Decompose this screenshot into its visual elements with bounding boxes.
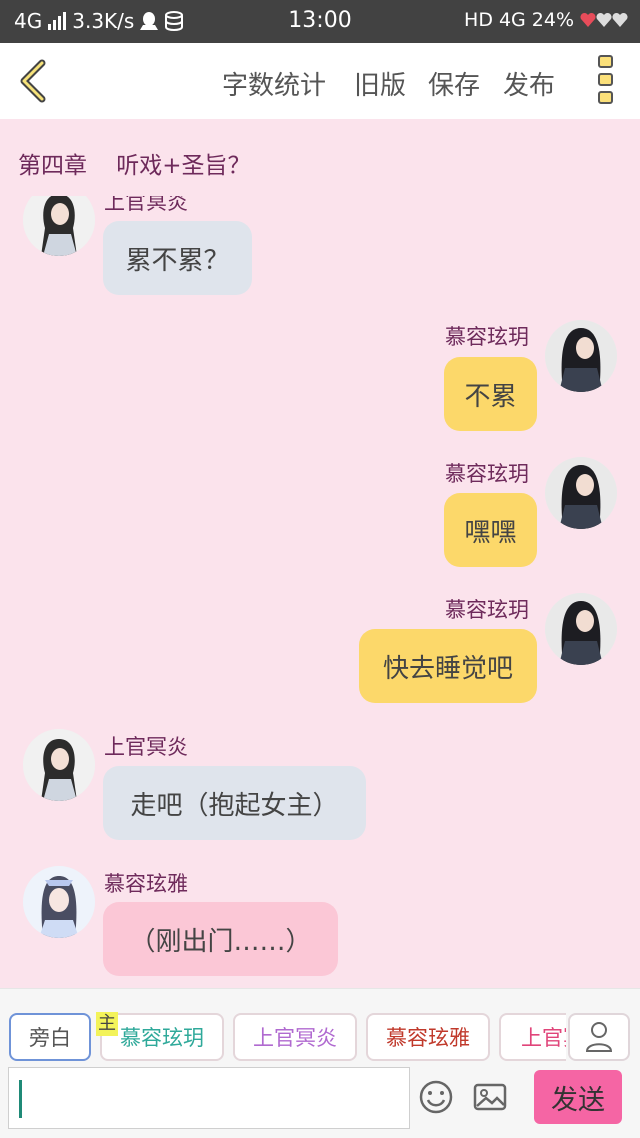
emoji-icon[interactable]	[418, 1079, 454, 1115]
battery-hearts-icon	[580, 12, 628, 27]
send-button[interactable]: 发送	[534, 1070, 622, 1124]
text-caret	[19, 1080, 22, 1118]
network-type-right: 4G	[498, 9, 526, 31]
person-icon	[585, 1022, 613, 1052]
avatar-shangguan[interactable]	[23, 196, 95, 256]
battery-level: 24%	[531, 9, 574, 31]
message-bubble[interactable]: 嘿嘿	[444, 493, 537, 567]
status-bar: 4G 3.3K/s 13:00 HD 4G 24%	[0, 0, 640, 43]
image-icon[interactable]	[472, 1079, 508, 1115]
publish-button[interactable]: 发布	[503, 65, 555, 102]
avatar-murong-xuanya[interactable]	[23, 866, 95, 938]
top-toolbar: 字数统计 旧版 保存 发布	[0, 43, 640, 119]
old-version-button[interactable]: 旧版	[354, 65, 406, 102]
message-bubble[interactable]: 累不累？	[103, 221, 252, 295]
add-character-button[interactable]	[568, 1013, 630, 1061]
save-button[interactable]: 保存	[428, 65, 480, 102]
role-narrator[interactable]: 旁白	[9, 1013, 91, 1061]
message-bubble[interactable]: 快去睡觉吧	[359, 629, 537, 703]
more-menu-icon[interactable]	[598, 55, 614, 107]
word-count-button[interactable]: 字数统计	[222, 65, 326, 102]
speaker-name: 慕容玹玥	[445, 598, 529, 622]
chapter-title: 听戏+圣旨？	[116, 153, 251, 179]
chat-area[interactable]: 上官冥炎 累不累？ 慕容玹玥 不累 慕容玹玥 嘿嘿 慕容玹玥 快去睡觉吧 上官冥…	[0, 196, 640, 988]
speaker-name: 慕容玹雅	[104, 872, 188, 896]
hd-badge: HD	[464, 9, 493, 31]
role-shangguan-partial[interactable]: 上官冥炎	[499, 1013, 566, 1061]
back-arrow-icon[interactable]	[14, 57, 54, 105]
speaker-name: 慕容玹玥	[445, 325, 529, 349]
role-murong-xuanya[interactable]: 慕容玹雅	[366, 1013, 490, 1061]
avatar-murong-xuanyue[interactable]	[545, 320, 617, 392]
avatar-shangguan[interactable]	[23, 729, 95, 801]
composer-bar: 旁白 慕容玹玥 上官冥炎 慕容玹雅 上官冥炎 发送	[0, 988, 640, 1138]
chapter-number: 第四章	[18, 153, 87, 179]
message-bubble[interactable]: 不累	[444, 357, 537, 431]
message-bubble[interactable]: 走吧（抱起女主）	[103, 766, 366, 840]
speaker-name: 上官冥炎	[104, 735, 188, 759]
speaker-name: 上官冥炎	[104, 196, 188, 214]
role-selector: 旁白 慕容玹玥 上官冥炎 慕容玹雅 上官冥炎	[0, 989, 566, 1067]
message-input[interactable]	[8, 1067, 410, 1129]
role-murong-xuanyue[interactable]: 慕容玹玥	[100, 1013, 224, 1061]
message-bubble[interactable]: （刚出门……）	[103, 902, 338, 976]
role-shangguan-mingyan[interactable]: 上官冥炎	[233, 1013, 357, 1061]
speaker-name: 慕容玹玥	[445, 462, 529, 486]
avatar-murong-xuanyue[interactable]	[545, 457, 617, 529]
protagonist-marker: 主	[96, 1012, 118, 1036]
chapter-heading: 第四章 听戏+圣旨？	[18, 146, 251, 180]
avatar-murong-xuanyue[interactable]	[545, 593, 617, 665]
